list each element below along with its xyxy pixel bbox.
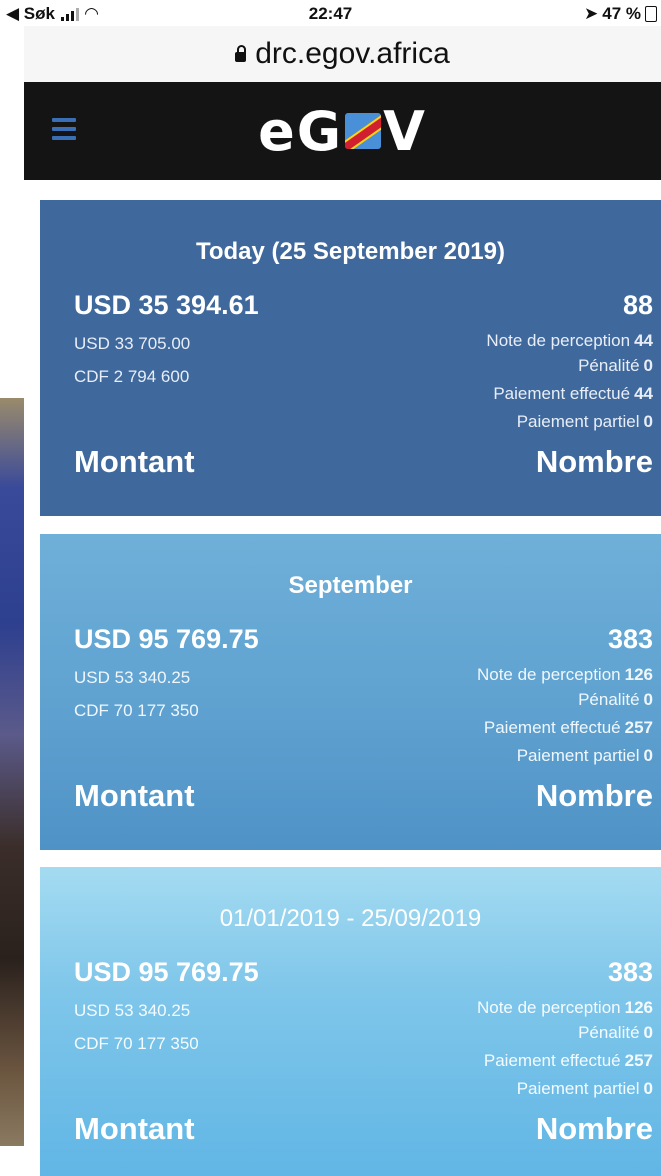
stat-value: 44 — [634, 331, 653, 350]
usd-amount: USD 53 340.25 — [74, 1001, 191, 1020]
stat-label: Paiement effectué — [493, 384, 631, 403]
stat-row: Paiement effectué 257 — [484, 718, 653, 738]
stat-value: 126 — [624, 998, 653, 1017]
usd-amount: USD 33 705.00 — [74, 334, 191, 353]
count-footer-label: Nombre — [535, 778, 653, 813]
stat-row: Paiement partiel 0 — [517, 746, 653, 766]
stat-value: 257 — [624, 718, 653, 737]
total-amount: USD 95 769.75 — [74, 957, 259, 987]
stat-value: 0 — [643, 412, 653, 431]
stat-value: 0 — [643, 1023, 653, 1042]
stat-label: Note de perception — [476, 665, 621, 684]
stat-label: Paiement partiel — [516, 412, 640, 431]
egov-logo[interactable]: eG V — [24, 100, 661, 163]
stat-value: 0 — [643, 356, 653, 375]
background-photo — [0, 398, 24, 1146]
stat-value: 0 — [643, 746, 653, 765]
cdf-amount: CDF 70 177 350 — [74, 701, 199, 720]
amount-footer-label: Montant — [74, 444, 195, 479]
stat-value: 126 — [624, 665, 653, 684]
stat-label: Pénalité — [578, 690, 640, 709]
total-amount: USD 35 394.61 — [74, 290, 259, 320]
count-footer-label: Nombre — [535, 444, 653, 479]
battery-icon — [645, 6, 657, 22]
stats-card-date-range: 01/01/2019 - 25/09/2019 USD 95 769.75 38… — [40, 867, 661, 1176]
card-title: 01/01/2019 - 25/09/2019 — [219, 905, 482, 932]
stat-row: Paiement partiel 0 — [517, 412, 653, 432]
total-count: 383 — [607, 624, 653, 654]
stat-label: Paiement partiel — [516, 746, 640, 765]
usd-amount: USD 53 340.25 — [74, 668, 191, 687]
clock: 22:47 — [308, 4, 353, 23]
stat-row: Pénalité 0 — [578, 1023, 653, 1043]
amount-footer-label: Montant — [74, 778, 195, 813]
stat-label: Paiement effectué — [483, 718, 621, 737]
stats-card-month: September USD 95 769.75 383 USD 53 340.2… — [40, 534, 661, 850]
status-bar: ◀ Søk ◠ 22:47 ➤ 47 % — [0, 0, 661, 28]
cdf-amount: CDF 70 177 350 — [74, 1034, 199, 1053]
app-header: eG V — [24, 82, 661, 180]
stat-value: 257 — [624, 1051, 653, 1070]
stat-value: 0 — [643, 690, 653, 709]
stat-value: 0 — [643, 1079, 653, 1098]
logo-text-end: V — [383, 100, 427, 163]
cdf-amount: CDF 2 794 600 — [74, 367, 190, 386]
total-count: 383 — [607, 957, 653, 987]
card-title: September — [288, 572, 413, 599]
url-text: drc.egov.africa — [255, 37, 450, 70]
battery-percent: 47 % — [602, 4, 641, 23]
stat-label: Paiement partiel — [516, 1079, 640, 1098]
stat-row: Note de perception 126 — [477, 665, 653, 685]
stat-value: 44 — [634, 384, 653, 403]
logo-text-start: eG — [258, 100, 344, 163]
stat-row: Pénalité 0 — [578, 356, 653, 376]
stat-row: Paiement effectué 257 — [484, 1051, 653, 1071]
stat-label: Note de perception — [486, 331, 631, 350]
stat-row: Note de perception 126 — [477, 998, 653, 1018]
count-footer-label: Nombre — [535, 1111, 653, 1146]
location-arrow-icon: ➤ — [584, 4, 599, 23]
stat-label: Note de perception — [476, 998, 621, 1017]
amount-footer-label: Montant — [74, 1111, 195, 1146]
drc-flag-icon — [345, 113, 382, 150]
stat-row: Paiement effectué 44 — [493, 384, 653, 404]
total-amount: USD 95 769.75 — [74, 624, 259, 654]
stat-label: Pénalité — [578, 1023, 640, 1042]
total-count: 88 — [622, 290, 653, 320]
address-bar[interactable]: drc.egov.africa — [24, 26, 661, 82]
stat-row: Pénalité 0 — [578, 690, 653, 710]
stat-label: Pénalité — [578, 356, 640, 375]
lock-icon — [235, 45, 247, 62]
stat-label: Paiement effectué — [483, 1051, 621, 1070]
stat-row: Paiement partiel 0 — [517, 1079, 653, 1099]
stat-row: Note de perception 44 — [486, 331, 653, 351]
stats-card-today: Today (25 September 2019) USD 35 394.61 … — [40, 200, 661, 516]
card-title: Today (25 September 2019) — [195, 238, 505, 265]
